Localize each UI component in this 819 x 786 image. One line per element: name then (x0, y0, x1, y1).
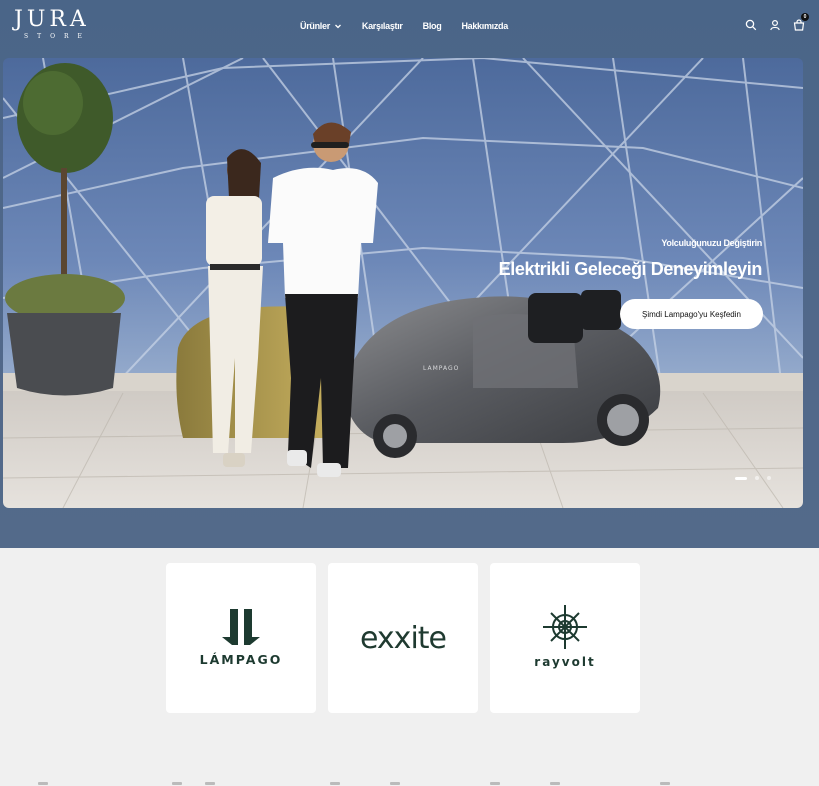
header-actions: 0 (745, 13, 809, 31)
search-icon[interactable] (745, 18, 757, 31)
slide-dot-2[interactable] (755, 476, 759, 480)
brand-card-lampago[interactable]: LÁMPAGO (166, 563, 316, 713)
peek-mark (330, 782, 340, 785)
peek-mark (390, 782, 400, 785)
account-icon[interactable] (769, 18, 781, 31)
exxite-wordmark: exxite (360, 620, 447, 656)
hero-cta-button[interactable]: Şimdi Lampago'yu Keşfedin (620, 299, 763, 329)
peek-mark (550, 782, 560, 785)
brand-card-rayvolt[interactable]: rayvolt (490, 563, 640, 713)
main-nav: Ürünler Karşılaştır Blog Hakkımızda (300, 18, 508, 34)
hero-kicker: Yolculuğunuzu Değiştirin (661, 238, 762, 248)
cart-icon[interactable]: 0 (793, 13, 809, 31)
nav-item-about[interactable]: Hakkımızda (461, 18, 508, 34)
hero-slider: LAMPAGO Yolculuğunuzu Değiştirin Elektri… (3, 58, 803, 508)
nav-item-compare[interactable]: Karşılaştır (362, 18, 403, 34)
slide-dot-3[interactable] (767, 476, 771, 480)
peek-mark (205, 782, 215, 785)
slider-pagination (735, 476, 771, 480)
peek-mark (660, 782, 670, 785)
nav-item-products-label: Ürünler (300, 21, 330, 31)
nav-item-blog[interactable]: Blog (423, 18, 442, 34)
lampago-wordmark: LÁMPAGO (200, 652, 283, 667)
brand-cards: LÁMPAGO exxite rayvolt (166, 563, 640, 713)
rayvolt-wordmark: rayvolt (534, 655, 595, 669)
hero-image: LAMPAGO (3, 58, 803, 508)
slide-dot-1[interactable] (735, 476, 747, 480)
peek-mark (172, 782, 182, 785)
rayvolt-logo: rayvolt (534, 605, 595, 669)
chevron-down-icon (334, 24, 341, 29)
vehicle-badge: LAMPAGO (423, 365, 459, 372)
peek-mark (38, 782, 48, 785)
nav-item-products[interactable]: Ürünler (300, 18, 342, 34)
peek-mark (490, 782, 500, 785)
logo-subtitle: STORE (24, 33, 91, 40)
cart-count-badge: 0 (801, 13, 809, 21)
site-header: JURA STORE Ürünler Karşılaştır Blog Hakk… (0, 0, 819, 56)
lampago-logo: LÁMPAGO (200, 609, 283, 667)
brand-card-exxite[interactable]: exxite (328, 563, 478, 713)
store-logo[interactable]: JURA STORE (14, 9, 94, 43)
hero-title: Elektrikli Geleceği Deneyimleyin (498, 259, 763, 279)
next-section-peek (0, 778, 819, 786)
logo-wordmark: JURA (14, 7, 90, 32)
